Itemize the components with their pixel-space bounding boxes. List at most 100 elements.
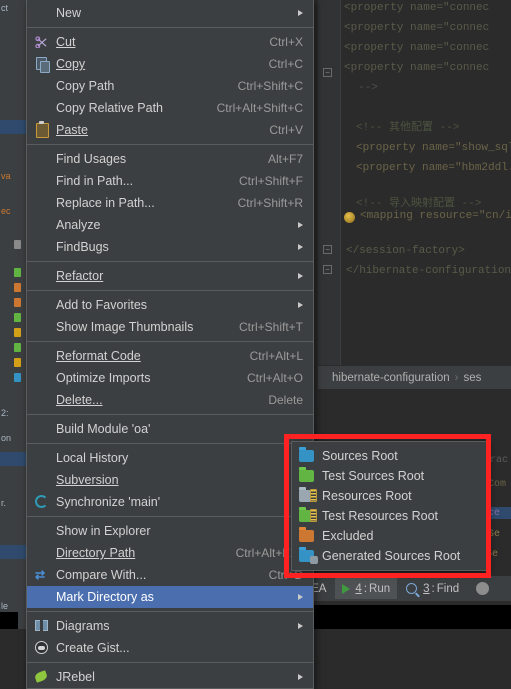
code-editor[interactable]: − − − <property name="connec <property n… (318, 0, 511, 365)
tree-fragment: ec (1, 206, 11, 216)
tool-window-bar[interactable]: s-IDEA 4 : Run 3 : Find (283, 575, 511, 601)
menu-item-cut[interactable]: Cut Ctrl+X (27, 31, 313, 53)
submenu-item-test-resources-root[interactable]: Test Resources Root (292, 506, 486, 526)
blank-icon (33, 392, 51, 408)
tree-node-marker (14, 328, 21, 337)
menu-item-label: Subversion (56, 473, 119, 487)
menu-item-mark-directory-as[interactable]: Mark Directory as (27, 586, 313, 608)
code-line: </hibernate-configuration> (346, 265, 511, 277)
breadcrumb-root[interactable]: hibernate-configuration (332, 372, 450, 384)
menu-separator (27, 27, 313, 28)
toolbar-item-number: 4 (355, 582, 362, 595)
code-line: <property name="hbm2ddl.au (356, 162, 511, 174)
terminal-icon[interactable] (476, 582, 490, 595)
tree-fragment: va (1, 171, 11, 181)
folder-test-resources-icon (299, 509, 317, 522)
diagram-icon (33, 618, 51, 634)
paste-icon (33, 121, 51, 138)
editor-gutter[interactable]: − − − (318, 0, 341, 365)
menu-item-shortcut: Ctrl+C (268, 57, 303, 71)
toolbar-item-find[interactable]: 3 : Find (399, 578, 466, 599)
toolbar-item-run[interactable]: 4 : Run (335, 578, 398, 599)
folder-sources-icon (299, 450, 314, 462)
menu-item-optimize-imports[interactable]: Optimize Imports Ctrl+Alt+O (27, 367, 313, 389)
menu-separator (27, 516, 313, 517)
menu-item-new[interactable]: New (27, 2, 313, 24)
menu-item-create-gist[interactable]: Create Gist... (27, 637, 313, 659)
lightbulb-icon[interactable] (344, 212, 355, 223)
submenu-item-sources-root[interactable]: Sources Root (292, 446, 486, 466)
chevron-right-icon (298, 222, 303, 228)
menu-item-label: Find in Path... (56, 174, 134, 188)
menu-item-copy-path[interactable]: Copy Path Ctrl+Shift+C (27, 75, 313, 97)
menu-item-findbugs[interactable]: FindBugs (27, 236, 313, 258)
menu-item-shortcut: Ctrl+Alt+O (246, 371, 303, 385)
blank-icon (33, 370, 51, 386)
fold-toggle-icon[interactable]: − (323, 265, 332, 274)
blank-icon (33, 297, 51, 313)
blank-icon (33, 319, 51, 335)
menu-item-add-to-favorites[interactable]: Add to Favorites (27, 294, 313, 316)
menu-item-shortcut: Ctrl+V (269, 123, 303, 137)
menu-item-compare-with[interactable]: ⇄ Compare With... Ctrl+D (27, 564, 313, 586)
menu-item-copy[interactable]: Copy Ctrl+C (27, 53, 313, 75)
code-line: </session-factory> (346, 245, 465, 257)
menu-item-directory-path[interactable]: Directory Path Ctrl+Alt+F12 (27, 542, 313, 564)
tree-node-marker (14, 313, 21, 322)
menu-item-show-in-explorer[interactable]: Show in Explorer (27, 520, 313, 542)
blank-icon (33, 100, 51, 116)
menu-item-label: Create Gist... (56, 641, 130, 655)
menu-item-label: Compare With... (56, 568, 147, 582)
console-panel-left (0, 612, 18, 629)
menu-item-delete[interactable]: Delete... Delete (27, 389, 313, 411)
menu-item-analyze[interactable]: Analyze (27, 214, 313, 236)
tree-node-marker (14, 283, 21, 292)
menu-item-shortcut: Ctrl+X (269, 35, 303, 49)
submenu-item-test-sources-root[interactable]: Test Sources Root (292, 466, 486, 486)
breadcrumb-child[interactable]: ses (463, 372, 481, 384)
menu-item-paste[interactable]: Paste Ctrl+V (27, 119, 313, 141)
menu-item-jrebel[interactable]: JRebel (27, 666, 313, 688)
menu-item-synchronize[interactable]: Synchronize 'main' (27, 491, 313, 513)
toolbar-item-label: Find (436, 582, 460, 595)
run-icon (342, 583, 351, 594)
menu-separator (27, 290, 313, 291)
new-icon (33, 5, 51, 21)
blank-icon (33, 173, 51, 189)
menu-separator (27, 443, 313, 444)
menu-item-copy-relative-path[interactable]: Copy Relative Path Ctrl+Alt+Shift+C (27, 97, 313, 119)
menu-item-shortcut: Ctrl+Shift+T (238, 320, 303, 334)
menu-item-label: Build Module 'oa' (56, 422, 151, 436)
menu-item-reformat-code[interactable]: Reformat Code Ctrl+Alt+L (27, 345, 313, 367)
submenu-item-generated-sources-root[interactable]: Generated Sources Root (292, 546, 486, 566)
menu-item-show-image-thumbnails[interactable]: Show Image Thumbnails Ctrl+Shift+T (27, 316, 313, 338)
fold-toggle-icon[interactable]: − (323, 245, 332, 254)
mark-directory-as-submenu[interactable]: Sources Root Test Sources Root Resources… (291, 441, 487, 571)
menu-item-find-usages[interactable]: Find Usages Alt+F7 (27, 148, 313, 170)
chevron-right-icon (298, 302, 303, 308)
fold-toggle-icon[interactable]: − (323, 68, 332, 77)
context-menu[interactable]: New Cut Ctrl+X Copy Ctrl+C Copy Path Ctr… (26, 0, 314, 689)
blank-icon (33, 239, 51, 255)
menu-item-replace-in-path[interactable]: Replace in Path... Ctrl+Shift+R (27, 192, 313, 214)
menu-item-shortcut: Alt+F7 (267, 152, 303, 166)
menu-item-label: Analyze (56, 218, 101, 232)
menu-item-diagrams[interactable]: Diagrams (27, 615, 313, 637)
tree-node-marker (14, 240, 21, 249)
breadcrumb[interactable]: hibernate-configuration › ses (318, 365, 511, 389)
menu-item-find-in-path[interactable]: Find in Path... Ctrl+Shift+F (27, 170, 313, 192)
menu-item-label: Synchronize 'main' (56, 495, 161, 509)
menu-item-label: Show in Explorer (56, 524, 151, 538)
menu-item-local-history[interactable]: Local History (27, 447, 313, 469)
code-line: <property name="connec (344, 42, 490, 54)
submenu-item-label: Resources Root (322, 489, 412, 503)
submenu-item-label: Test Sources Root (322, 469, 425, 483)
submenu-item-label: Excluded (322, 529, 374, 543)
menu-item-build-module[interactable]: Build Module 'oa' (27, 418, 313, 440)
menu-item-subversion[interactable]: Subversion (27, 469, 313, 491)
menu-item-refactor[interactable]: Refactor (27, 265, 313, 287)
submenu-item-resources-root[interactable]: Resources Root (292, 486, 486, 506)
tree-fragment: 2: (1, 408, 9, 418)
menu-item-label: Directory Path (56, 546, 136, 560)
submenu-item-excluded[interactable]: Excluded (292, 526, 486, 546)
